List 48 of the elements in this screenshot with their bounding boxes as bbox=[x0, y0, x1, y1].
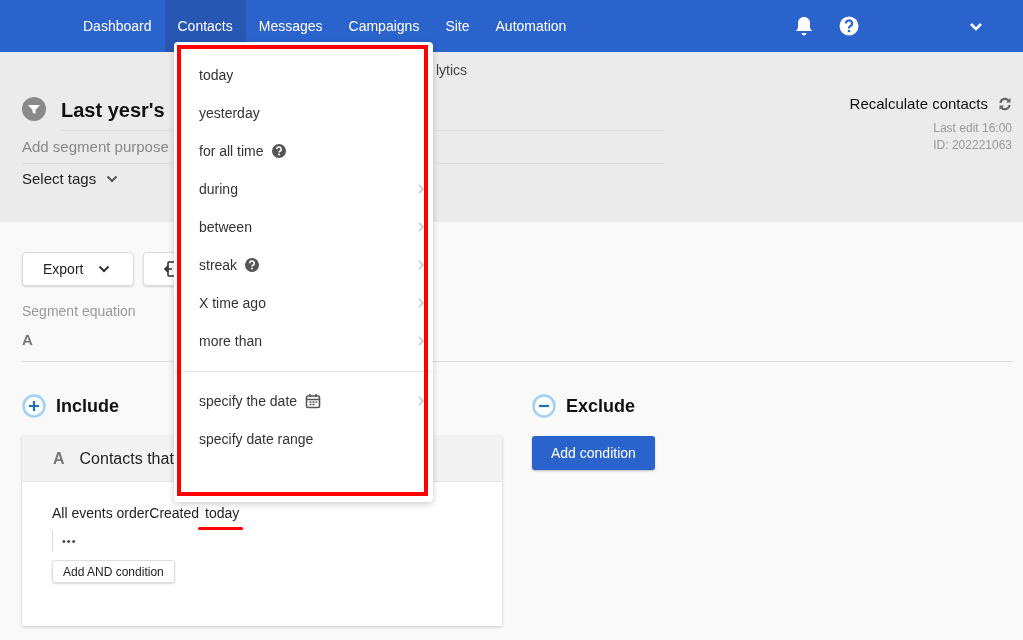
menu-item[interactable]: X time ago bbox=[174, 284, 433, 322]
last-edit-text: Last edit 16:00 bbox=[933, 120, 1012, 137]
chevron-right-icon bbox=[418, 184, 424, 194]
menu-item[interactable]: more than bbox=[174, 322, 433, 360]
menu-item[interactable]: during bbox=[174, 170, 433, 208]
chevron-right-icon bbox=[418, 396, 424, 406]
chevron-right-icon bbox=[418, 298, 424, 308]
include-heading: Include bbox=[56, 395, 119, 417]
chevron-down-icon bbox=[106, 174, 119, 183]
more-options-button[interactable]: ••• bbox=[62, 535, 77, 547]
help-icon[interactable] bbox=[839, 16, 859, 36]
menu-item[interactable]: between bbox=[174, 208, 433, 246]
select-tags-dropdown[interactable]: Select tags bbox=[22, 170, 119, 187]
group-title: Contacts that bbox=[79, 449, 174, 468]
chevron-right-icon bbox=[418, 336, 424, 346]
menu-item[interactable]: yesterday bbox=[174, 94, 433, 132]
segment-equation-label: Segment equation bbox=[22, 303, 136, 319]
add-and-condition-button[interactable]: Add AND condition bbox=[52, 560, 175, 583]
nav-tab[interactable]: Dashboard bbox=[70, 0, 165, 52]
nav-tab[interactable]: Automation bbox=[482, 0, 580, 52]
chevron-down-icon[interactable] bbox=[969, 21, 983, 31]
chevron-right-icon bbox=[418, 260, 424, 270]
funnel-icon bbox=[22, 97, 46, 121]
calendar-icon bbox=[305, 393, 322, 409]
nav-tab[interactable]: Site bbox=[432, 0, 483, 52]
recalculate-button[interactable]: Recalculate contacts bbox=[849, 95, 1012, 112]
add-condition-button[interactable]: Add condition bbox=[532, 436, 655, 470]
menu-item[interactable]: for all time bbox=[174, 132, 433, 170]
menu-item[interactable]: specify the date bbox=[174, 382, 433, 420]
exclude-heading: Exclude bbox=[566, 395, 636, 417]
refresh-icon bbox=[998, 96, 1012, 111]
chevron-down-icon bbox=[98, 265, 111, 273]
highlight-underline bbox=[198, 527, 243, 530]
export-button[interactable]: Export bbox=[22, 252, 134, 286]
condition-text: All events orderCreated bbox=[52, 505, 200, 521]
bell-icon[interactable] bbox=[795, 16, 813, 36]
help-icon bbox=[271, 144, 286, 158]
group-letter: A bbox=[53, 449, 65, 468]
segment-equation-value: A bbox=[22, 331, 33, 348]
breadcrumb-text: lytics bbox=[436, 62, 468, 78]
chevron-right-icon bbox=[418, 222, 424, 232]
condition-value-link[interactable]: today bbox=[205, 505, 240, 521]
segment-id-text: ID: 202221063 bbox=[933, 137, 1012, 154]
menu-item[interactable]: specify date range bbox=[174, 420, 433, 458]
plus-circle-icon[interactable] bbox=[22, 394, 46, 418]
menu-item[interactable]: streak bbox=[174, 246, 433, 284]
help-icon bbox=[245, 258, 260, 272]
minus-circle-icon[interactable] bbox=[532, 394, 556, 418]
